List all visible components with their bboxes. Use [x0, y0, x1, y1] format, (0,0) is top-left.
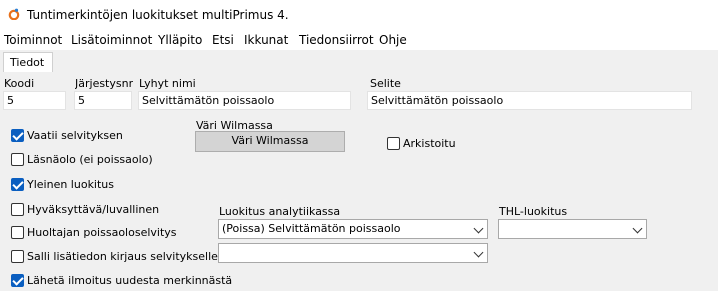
- tab-tiedot[interactable]: Tiedot: [3, 52, 53, 72]
- yleinen-luokitus-checkbox[interactable]: [11, 178, 24, 191]
- tab-strip: [0, 50, 718, 73]
- hyvaksyttava-label: Hyväksyttävä/luvallinen: [27, 203, 160, 216]
- menu-etsi[interactable]: Etsi: [212, 33, 234, 47]
- vaatii-selvityksen-checkbox[interactable]: [11, 129, 24, 142]
- menu-lisatoiminnot[interactable]: Lisätoiminnot: [71, 33, 152, 47]
- details-panel: Koodi Järjestysnro Lyhyt nimi Selite 5 5…: [0, 72, 718, 291]
- luokitus-analytiikassa-value: (Poissa) Selvittämätön poissaolo: [222, 222, 401, 235]
- analytiikka-second-select[interactable]: [218, 243, 488, 263]
- menu-tiedonsiirrot[interactable]: Tiedonsiirrot: [299, 33, 374, 47]
- chevron-down-icon: [632, 223, 643, 234]
- selite-input[interactable]: Selvittämätön poissaolo: [367, 91, 692, 110]
- arkistoitu-checkbox[interactable]: [387, 137, 400, 150]
- vaatii-selvityksen-label: Vaatii selvityksen: [27, 129, 123, 142]
- lasnaolo-label: Läsnäolo (ei poissaolo): [27, 153, 153, 166]
- huoltajan-poissaoloselvitys-label: Huoltajan poissaoloselvitys: [27, 226, 177, 239]
- jarjestysnro-input[interactable]: 5: [74, 91, 132, 110]
- salli-lisatieto-label: Salli lisätiedon kirjaus selvitykselle: [27, 250, 218, 263]
- luokitus-analytiikassa-select[interactable]: (Poissa) Selvittämätön poissaolo: [218, 219, 488, 239]
- menu-yllapito[interactable]: Ylläpito: [158, 33, 202, 47]
- thl-luokitus-select[interactable]: [498, 219, 647, 239]
- huoltajan-poissaoloselvitys-checkbox[interactable]: [11, 226, 24, 239]
- luokitus-analytiikassa-label: Luokitus analytiikassa: [219, 205, 341, 218]
- jarjestysnro-label: Järjestysnro: [75, 77, 133, 90]
- koodi-label: Koodi: [4, 77, 35, 90]
- menu-ikkunat[interactable]: Ikkunat: [244, 33, 288, 47]
- chevron-down-icon: [473, 223, 484, 234]
- arkistoitu-label: Arkistoitu: [403, 137, 456, 150]
- thl-luokitus-label: THL-luokitus: [499, 205, 568, 218]
- koodi-input[interactable]: 5: [3, 91, 66, 110]
- menu-toiminnot[interactable]: Toiminnot: [4, 33, 62, 47]
- salli-lisatieto-checkbox[interactable]: [11, 250, 24, 263]
- selite-label: Selite: [370, 77, 401, 90]
- vari-wilmassa-button[interactable]: Väri Wilmassa: [195, 131, 345, 152]
- app-logo-icon: [8, 8, 20, 20]
- hyvaksyttava-checkbox[interactable]: [11, 203, 24, 216]
- laheta-ilmoitus-label: Lähetä ilmoitus uudesta merkinnästä: [27, 274, 233, 287]
- lyhyt-nimi-input[interactable]: Selvittämätön poissaolo: [138, 91, 351, 110]
- lyhyt-nimi-label: Lyhyt nimi: [139, 77, 196, 90]
- menu-ohje[interactable]: Ohje: [379, 33, 407, 47]
- title-bar: Tuntimerkintöjen luokitukset multiPrimus…: [0, 0, 718, 30]
- chevron-down-icon: [473, 247, 484, 258]
- laheta-ilmoitus-checkbox[interactable]: [11, 274, 24, 287]
- window-title: Tuntimerkintöjen luokitukset multiPrimus…: [27, 8, 289, 22]
- tab-tiedot-label: Tiedot: [10, 56, 45, 69]
- menu-bar: Toiminnot Lisätoiminnot Ylläpito Etsi Ik…: [0, 30, 718, 50]
- lasnaolo-checkbox[interactable]: [11, 153, 24, 166]
- yleinen-luokitus-label: Yleinen luokitus: [27, 178, 115, 191]
